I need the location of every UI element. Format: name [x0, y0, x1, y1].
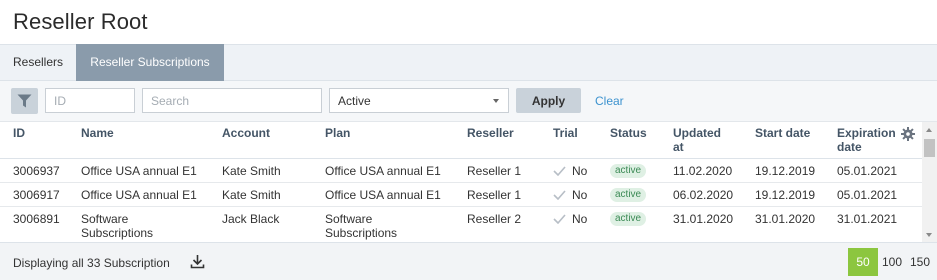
cell-reseller: Reseller 2	[467, 212, 522, 226]
cell-reseller: Reseller 1	[467, 164, 522, 178]
cell-plan: Office USA annual E1	[325, 164, 441, 178]
cell-trial: No	[572, 164, 588, 178]
cell-account: Jack Black	[222, 212, 280, 226]
tab-resellers[interactable]: Resellers	[0, 44, 76, 81]
clear-link[interactable]: Clear	[595, 94, 624, 108]
column-header-trial[interactable]: Trial	[553, 126, 578, 140]
cell-account: Kate Smith	[222, 164, 281, 178]
column-header-reseller[interactable]: Reseller	[467, 126, 514, 140]
records-summary: Displaying all 33 Subscription	[13, 256, 170, 270]
scrollbar-thumb[interactable]	[924, 139, 935, 157]
cell-expiration-date: 05.01.2021	[837, 188, 898, 202]
status-select-value: Active	[338, 94, 371, 108]
search-input[interactable]	[142, 88, 322, 113]
cell-updated-at: 11.02.2020	[673, 164, 733, 178]
table-row[interactable]: 3006937 Office USA annual E1 Kate Smith …	[0, 159, 922, 183]
table-row[interactable]: 3006891 Software Subscriptions Jack Blac…	[0, 207, 922, 242]
page-size-50[interactable]: 50	[848, 248, 878, 276]
cell-name: Office USA annual E1	[81, 188, 197, 202]
cell-reseller: Reseller 1	[467, 188, 522, 202]
cell-name: Software Subscriptions	[81, 212, 154, 240]
cell-id: 3006917	[13, 188, 60, 202]
cell-updated-at: 06.02.2020	[673, 188, 734, 202]
column-header-plan[interactable]: Plan	[325, 126, 350, 140]
page-size-150[interactable]: 150	[906, 248, 934, 276]
tab-reseller-subscriptions[interactable]: Reseller Subscriptions	[76, 44, 224, 81]
check-icon	[553, 190, 566, 200]
status-badge: active	[610, 212, 647, 226]
column-header-account[interactable]: Account	[222, 126, 270, 140]
chevron-down-icon	[493, 99, 499, 103]
download-icon[interactable]	[190, 254, 205, 269]
status-badge: active	[610, 164, 647, 178]
column-header-expiration-date[interactable]: Expiration date	[837, 126, 901, 154]
filter-icon	[17, 94, 32, 108]
check-icon	[553, 166, 566, 176]
scroll-down-icon[interactable]	[926, 233, 932, 237]
cell-trial: No	[572, 212, 588, 226]
column-header-updated-at[interactable]: Updated at	[673, 126, 733, 154]
cell-name: Office USA annual E1	[81, 164, 197, 178]
status-badge: active	[610, 188, 647, 202]
cell-plan: Office USA annual E1	[325, 188, 441, 202]
cell-account: Kate Smith	[222, 188, 281, 202]
column-header-id[interactable]: ID	[13, 126, 25, 140]
cell-id: 3006891	[13, 212, 60, 226]
table-row[interactable]: 3006917 Office USA annual E1 Kate Smith …	[0, 183, 922, 207]
id-filter-input[interactable]	[45, 88, 135, 113]
cell-expiration-date: 31.01.2021	[837, 212, 898, 226]
cell-updated-at: 31.01.2020	[673, 212, 734, 226]
cell-trial: No	[572, 188, 588, 202]
apply-button[interactable]: Apply	[516, 88, 581, 113]
scroll-up-icon[interactable]	[926, 128, 932, 132]
tab-bar: Resellers Reseller Subscriptions	[0, 44, 937, 81]
status-select[interactable]: Active	[329, 88, 509, 113]
column-header-start-date[interactable]: Start date	[755, 126, 810, 140]
cell-expiration-date: 05.01.2021	[837, 164, 898, 178]
table-footer: Displaying all 33 Subscription 50 100 15…	[0, 242, 937, 280]
subscriptions-table: ID Name Account Plan Reseller Trial Stat…	[0, 121, 937, 242]
cell-start-date: 19.12.2019	[755, 164, 816, 178]
column-header-name[interactable]: Name	[81, 126, 114, 140]
filter-toggle-button[interactable]	[11, 88, 38, 114]
gear-icon[interactable]	[901, 127, 915, 141]
cell-plan: Software Subscriptions	[325, 212, 398, 240]
table-scrollbar[interactable]	[922, 122, 937, 242]
cell-id: 3006937	[13, 164, 60, 178]
filter-bar: Active Apply Clear	[0, 81, 937, 121]
column-header-status[interactable]: Status	[610, 126, 647, 140]
check-icon	[553, 214, 566, 224]
page-title: Reseller Root	[13, 9, 148, 34]
page-size-100[interactable]: 100	[879, 248, 905, 276]
cell-start-date: 19.12.2019	[755, 188, 816, 202]
cell-start-date: 31.01.2020	[755, 212, 816, 226]
